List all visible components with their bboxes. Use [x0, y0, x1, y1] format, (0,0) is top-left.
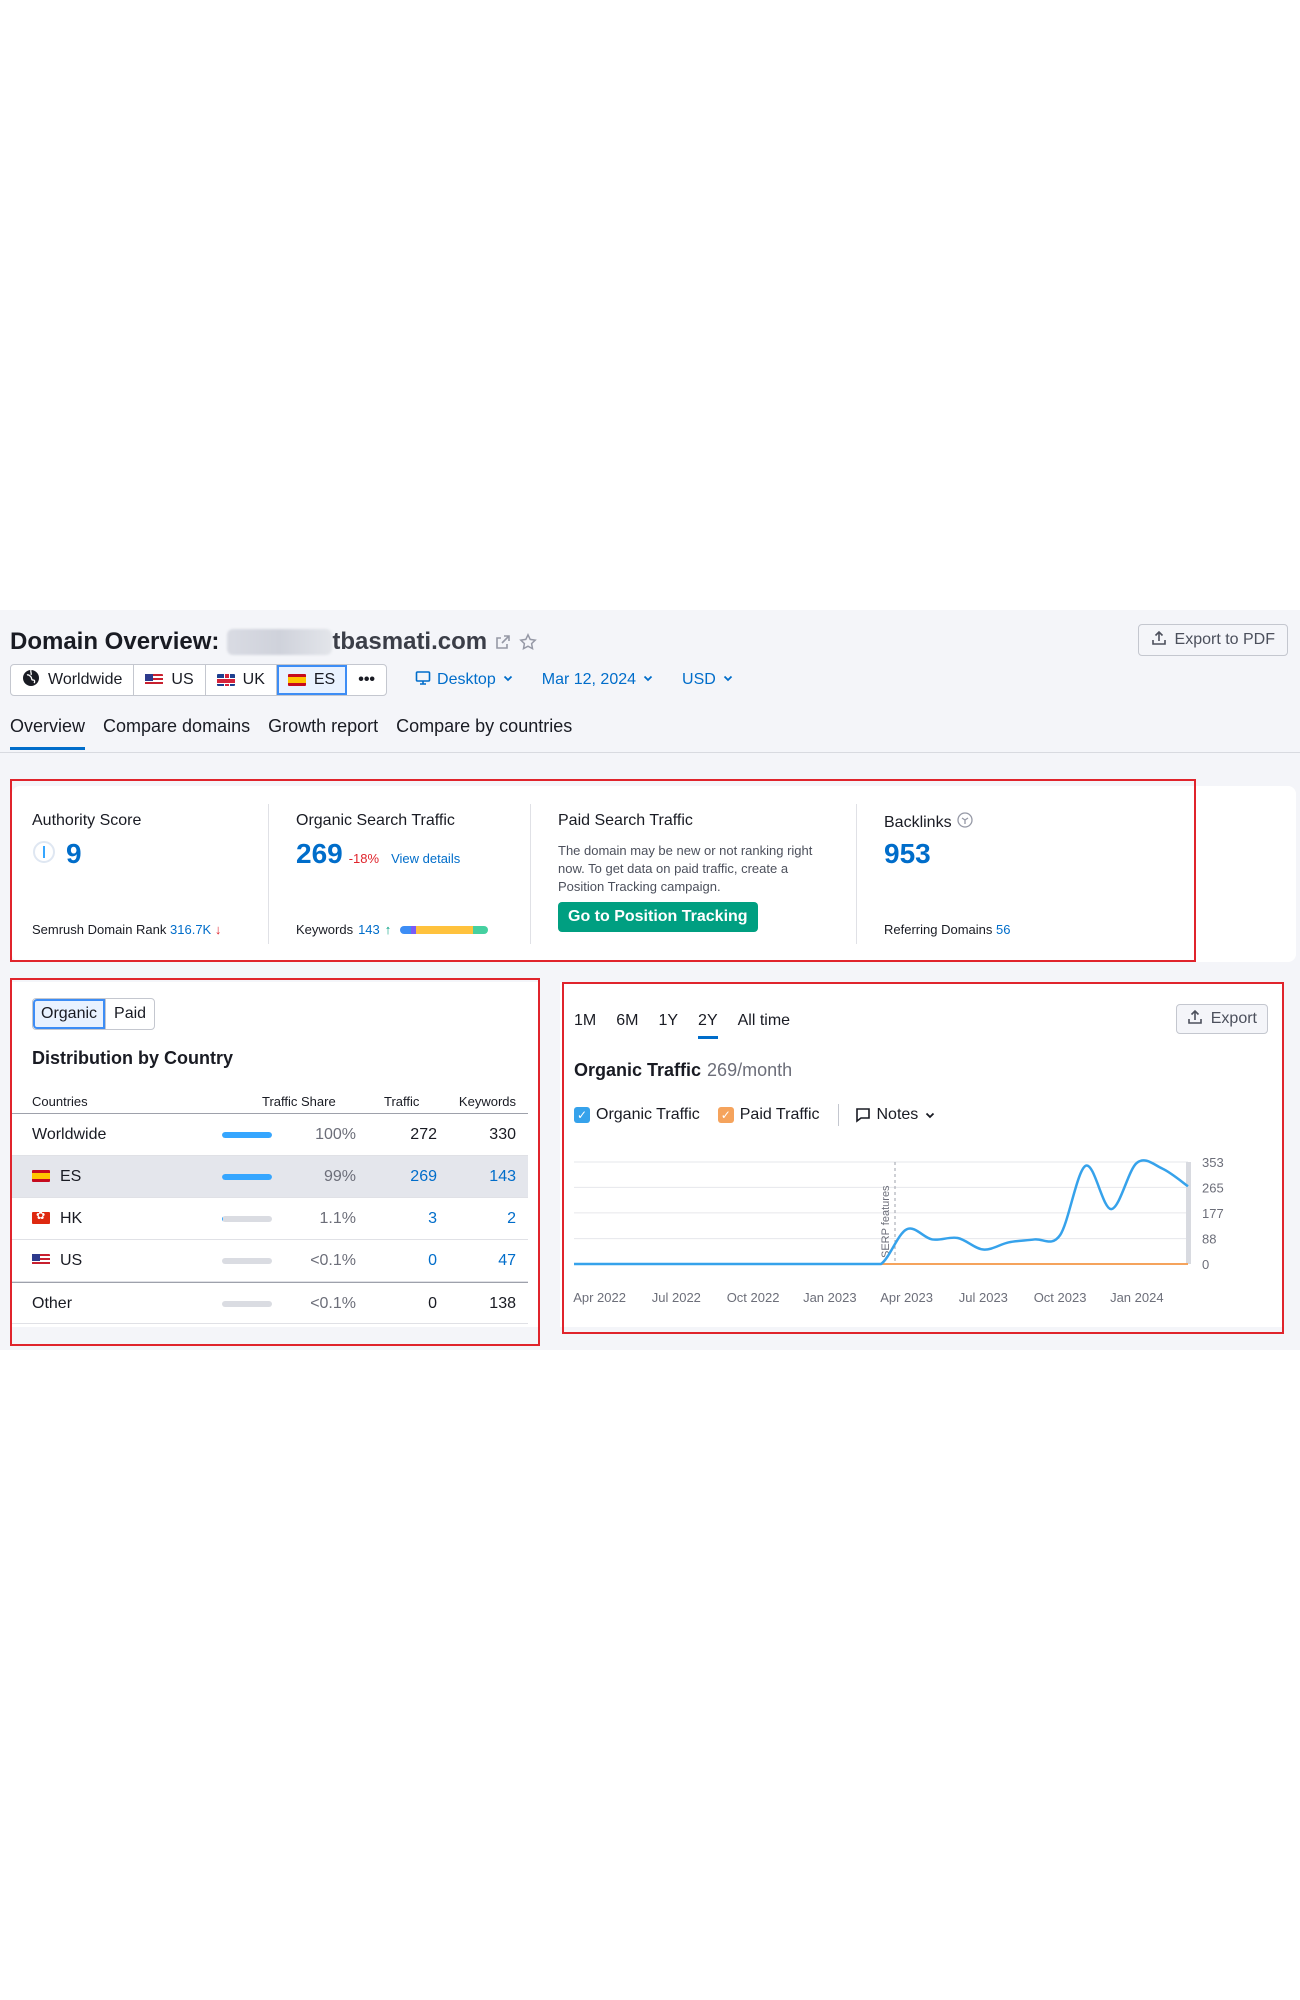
tabs-divider	[0, 752, 1300, 753]
db-es-label: ES	[313, 671, 336, 688]
domain-name[interactable]: tbasmati.com	[332, 628, 487, 656]
highlight-box-metrics	[10, 779, 1196, 962]
chevron-down-icon	[642, 671, 654, 689]
export-to-pdf-button[interactable]: Export to PDF	[1137, 624, 1288, 656]
upload-icon	[1151, 630, 1167, 651]
export-to-pdf-label: Export to PDF	[1174, 631, 1275, 648]
db-uk-label: UK	[242, 671, 265, 688]
currency-dropdown[interactable]: USD	[682, 671, 734, 689]
domain-overview-app: Domain Overview: tbasmati.com Export to …	[0, 610, 1300, 1350]
chevron-down-icon	[502, 671, 514, 689]
more-databases-button[interactable]: •••	[347, 665, 386, 695]
db-worldwide-label: Worldwide	[48, 671, 123, 688]
highlight-box-distribution	[10, 978, 540, 1346]
db-us-label: US	[171, 671, 194, 688]
es-flag-icon	[287, 674, 306, 686]
filters-bar: Worldwide US UK ES ••• Desktop Mar 12, 2…	[10, 664, 734, 696]
chevron-down-icon	[722, 671, 734, 689]
db-worldwide-button[interactable]: Worldwide	[11, 665, 135, 695]
tab-compare-by-countries[interactable]: Compare by countries	[396, 710, 572, 750]
device-dropdown[interactable]: Desktop	[415, 670, 514, 691]
device-label: Desktop	[437, 671, 496, 688]
tab-overview[interactable]: Overview	[10, 710, 86, 750]
globe-icon	[22, 669, 40, 692]
tab-compare-domains[interactable]: Compare domains	[103, 710, 250, 750]
currency-label: USD	[682, 671, 716, 688]
date-label: Mar 12, 2024	[541, 671, 637, 688]
desktop-icon	[415, 670, 431, 691]
db-us-button[interactable]: US	[134, 665, 206, 695]
report-tabs: Overview Compare domains Growth report C…	[10, 710, 572, 750]
page-header: Domain Overview: tbasmati.com	[10, 626, 537, 658]
external-link-icon[interactable]	[495, 634, 511, 650]
date-dropdown[interactable]: Mar 12, 2024	[542, 671, 654, 689]
page-title: Domain Overview:	[10, 628, 220, 655]
db-uk-button[interactable]: UK	[206, 665, 277, 695]
db-es-button[interactable]: ES	[276, 665, 348, 695]
uk-flag-icon	[216, 674, 235, 686]
more-dots-icon: •••	[358, 671, 376, 688]
tab-growth-report[interactable]: Growth report	[268, 710, 378, 750]
highlight-box-chart	[562, 982, 1284, 1334]
database-selector: Worldwide US UK ES •••	[10, 664, 388, 696]
redacted-domain-prefix	[227, 629, 333, 655]
star-icon[interactable]	[519, 633, 537, 651]
us-flag-icon	[145, 674, 164, 686]
